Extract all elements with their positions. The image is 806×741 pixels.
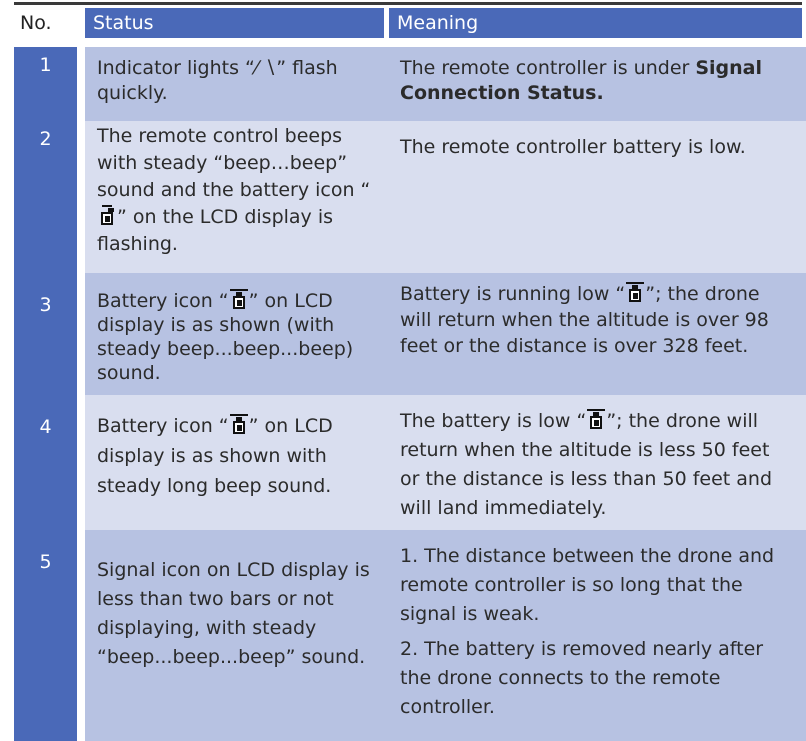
table-row: 5 Signal icon on LCD display is less tha… [14,530,806,741]
row-meaning: The battery is low “”; the drone will re… [400,409,773,519]
row-meaning: The remote controller is under Signal Co… [400,57,763,104]
indicator-lights-glyph: ⁄ ∖ [254,57,277,79]
header-meaning: Meaning [389,8,802,38]
table-header: No. Status Meaning [14,8,802,38]
row-number: 4 [39,416,52,438]
meaning-item-2: 2. The battery is removed nearly after t… [400,638,764,718]
row-status: The remote control beeps with steady “be… [97,125,371,255]
row-meaning: 1. The distance between the drone and re… [389,530,802,722]
top-rule [14,2,802,5]
drone-battery-icon [229,414,249,436]
table-row: 1 Indicator lights “⁄ ∖” flash quickly. … [14,47,806,123]
row-status: Signal icon on LCD display is less than … [97,559,370,668]
row-number: 2 [39,128,52,150]
drone-battery-icon [586,409,606,431]
row-number: 1 [39,54,52,76]
row-number: 5 [39,551,52,573]
table-row: 2 The remote control beeps with steady “… [14,121,806,275]
row-number: 3 [39,294,52,316]
row-meaning: The remote controller battery is low. [400,136,746,158]
table-row: 4 Battery icon “” on LCD display is as s… [14,395,806,532]
row-status: Battery icon “” on LCD display is as sho… [97,414,333,497]
header-status: Status [85,8,384,38]
row-status: Indicator lights “⁄ ∖” flash quickly. [97,57,338,104]
drone-battery-icon [625,282,645,304]
meaning-item-1: 1. The distance between the drone and re… [400,545,775,625]
header-no: No. [14,8,77,38]
drone-battery-icon [229,289,249,311]
row-status: Battery icon “” on LCD display is as sho… [97,289,354,384]
table-row: 3 Battery icon “” on LCD display is as s… [14,273,806,397]
battery-icon [97,205,117,227]
row-meaning: Battery is running low “”; the drone wil… [400,282,769,357]
